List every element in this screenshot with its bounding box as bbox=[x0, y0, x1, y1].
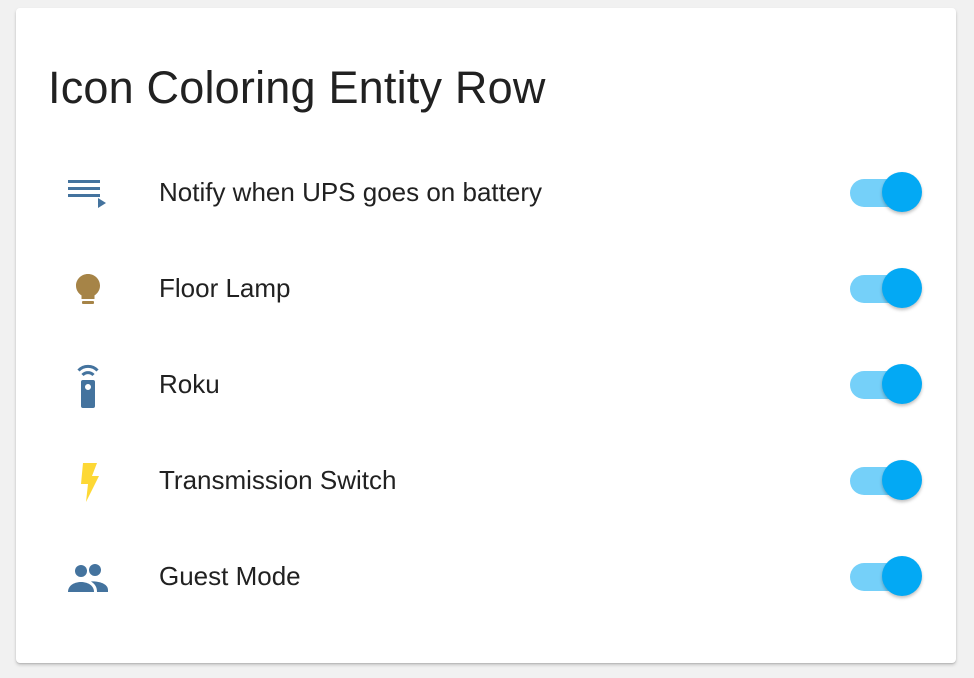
entity-row-label[interactable]: Floor Lamp bbox=[159, 240, 291, 336]
entity-row-label[interactable]: Roku bbox=[159, 336, 220, 432]
entity-row-floor-lamp: Floor Lamp bbox=[16, 240, 956, 336]
entity-row-roku: Roku bbox=[16, 336, 956, 432]
remote-icon[interactable] bbox=[64, 362, 112, 410]
flash-icon[interactable] bbox=[64, 458, 112, 506]
roku-toggle[interactable] bbox=[850, 364, 926, 404]
ups-notify-toggle[interactable] bbox=[850, 172, 926, 212]
toggle-knob bbox=[882, 460, 922, 500]
guest-mode-toggle[interactable] bbox=[850, 556, 926, 596]
transmission-switch-toggle[interactable] bbox=[850, 460, 926, 500]
account-multiple-icon[interactable] bbox=[64, 554, 112, 602]
entity-row-label[interactable]: Notify when UPS goes on battery bbox=[159, 144, 542, 240]
toggle-knob bbox=[882, 268, 922, 308]
entity-row-label[interactable]: Transmission Switch bbox=[159, 432, 396, 528]
entity-row-guest-mode: Guest Mode bbox=[16, 528, 956, 624]
entity-row-ups-notify: Notify when UPS goes on battery bbox=[16, 144, 956, 240]
toggle-knob bbox=[882, 364, 922, 404]
entity-row-transmission-switch: Transmission Switch bbox=[16, 432, 956, 528]
floor-lamp-toggle[interactable] bbox=[850, 268, 926, 308]
entity-row-label[interactable]: Guest Mode bbox=[159, 528, 301, 624]
playlist-play-icon[interactable] bbox=[64, 170, 112, 218]
entities-card: Icon Coloring Entity Row Notify when UPS… bbox=[16, 8, 956, 663]
toggle-knob bbox=[882, 556, 922, 596]
card-title: Icon Coloring Entity Row bbox=[48, 62, 546, 113]
entity-rows: Notify when UPS goes on battery Floor La… bbox=[16, 144, 956, 624]
lightbulb-icon[interactable] bbox=[64, 266, 112, 314]
toggle-knob bbox=[882, 172, 922, 212]
